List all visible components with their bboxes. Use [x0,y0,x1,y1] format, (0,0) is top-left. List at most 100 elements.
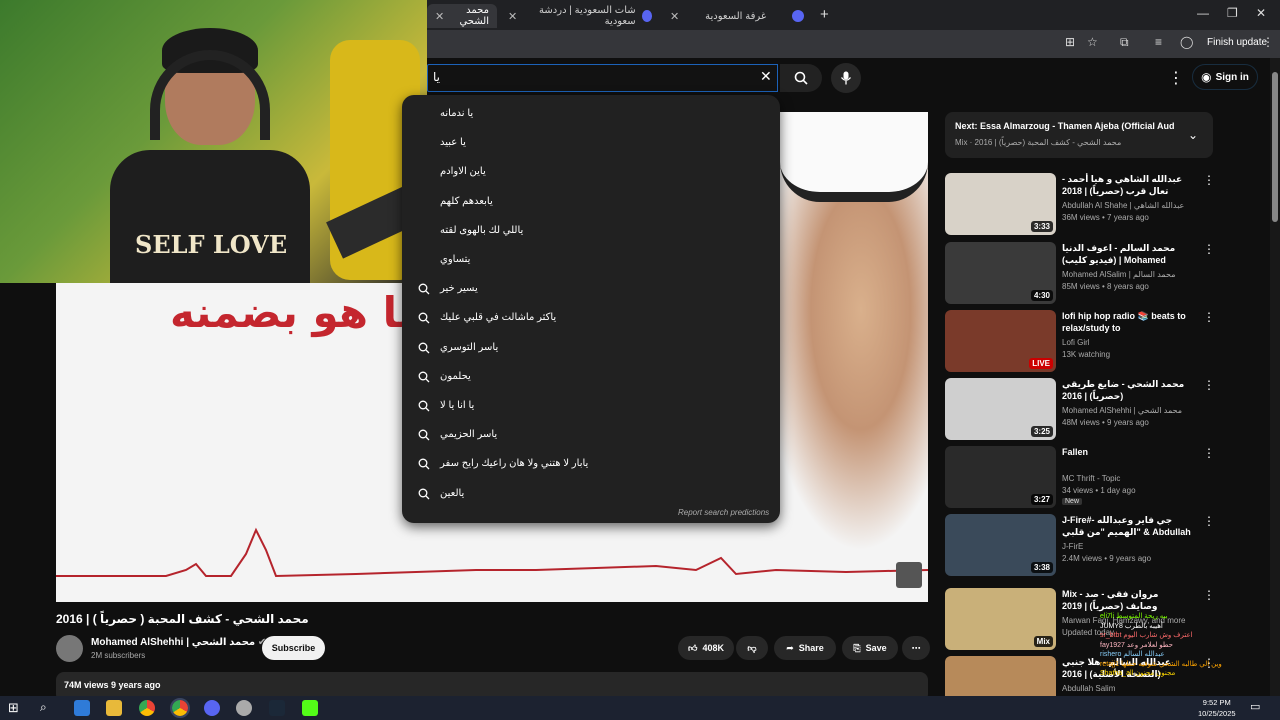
history-blank-icon [418,224,430,236]
kick-icon[interactable] [302,700,318,716]
chrome-active-icon[interactable] [170,698,190,718]
video-meta: 13K watching [1062,350,1111,359]
save-button[interactable]: ⎘ Save [842,636,898,660]
video-thumbnail[interactable]: 3:27 [945,446,1056,508]
clear-search-icon[interactable]: ✕ [760,68,772,85]
new-tab-icon[interactable]: + [820,6,829,23]
channel-name[interactable]: Mohamed AlShehhi | محمد الشحي ✔ [91,637,266,648]
video-title: محمد الشحي - ضايع طريقي (حصرياً) | 2016 [1062,379,1185,401]
bookmark-star-icon[interactable]: ☆ [1087,35,1098,49]
tab-saudi-room[interactable]: غرفة السعودية ✕ [662,4,812,28]
minimize-icon[interactable]: — [1197,6,1209,20]
tab-close-icon[interactable]: ✕ [435,10,444,23]
suggestion-item[interactable]: يابار لا هتني ولا هان راعيك رايح سفر [402,449,780,478]
video-thumbnail[interactable]: 3:38 [945,514,1056,576]
search-input[interactable] [427,64,778,92]
suggestion-text: يسير خير [440,283,478,295]
media-controls-icon[interactable]: ≡ [1155,35,1162,49]
browser-menu-icon[interactable]: ⋮ [1262,35,1274,49]
webcam-overlay: SELF LOVE [0,0,427,283]
suggestion-item[interactable]: ياسر التوسري [402,333,780,362]
more-vert-icon[interactable]: ⋮ [1203,378,1215,392]
video-thumbnail[interactable]: 3:25 [945,378,1056,440]
video-thumbnail[interactable]: 3:33 [945,173,1056,235]
more-vert-icon[interactable]: ⋮ [1203,514,1215,528]
tab-saudi-chat[interactable]: شات السعودية | دردشة سعودية ✕ [500,4,660,28]
suggestion-item[interactable]: ياين الاوادم [402,157,780,186]
autoplay-next-card[interactable] [945,112,1213,158]
clock-date: 10/25/2025 [1198,709,1236,718]
channel-name: Mohamed AlSalim | محمد السالم [1062,270,1176,279]
scrollbar-thumb[interactable] [1272,72,1278,222]
video-thumbnail[interactable]: Mix [945,588,1056,650]
restore-icon[interactable]: ❐ [1227,6,1238,20]
tab-close-icon[interactable]: ✕ [670,10,679,23]
steam-icon[interactable] [269,700,285,716]
copilot-icon[interactable] [74,700,90,716]
more-vert-icon[interactable]: ⋮ [1203,310,1215,324]
suggestion-item[interactable]: يالعين [402,479,780,508]
suggestion-item[interactable]: ياسر الحزيمي [402,420,780,449]
more-vert-icon[interactable]: ⋮ [1203,242,1215,256]
recommended-video[interactable]: 3:38 J-Fire#- جي فاير وعبدالله الهميم "من… [945,514,1270,576]
subscriber-count: 2M subscribers [91,651,146,660]
recommended-video[interactable]: 4:30 محمد السالم - اعوف الدنيا (فيديو كلي… [945,242,1270,304]
window-close-icon[interactable]: ✕ [1256,6,1266,20]
suggestion-item[interactable]: ياللي لك بالهوى لقته [402,216,780,245]
recommended-video[interactable]: 3:33 عبدالله الشاهي و هيا أحمد - تعال قرب… [945,173,1270,235]
notifications-icon[interactable]: ▭ [1250,700,1266,716]
more-vert-icon[interactable]: ⋮ [1203,588,1215,602]
recommended-video[interactable]: 3:25 محمد الشحي - ضايع طريقي (حصرياً) | 2… [945,378,1270,440]
more-actions-button[interactable]: ⋯ [902,636,930,660]
obs-icon[interactable] [236,700,252,716]
chrome-icon[interactable] [139,700,155,716]
suggestion-text: يابار لا هتني ولا هان راعيك رايح سفر [440,458,589,470]
channel-avatar[interactable] [56,635,83,662]
search-taskbar-icon[interactable]: ⌕ [40,700,56,716]
tab-close-icon[interactable]: ✕ [508,10,517,23]
video-thumbnail[interactable]: 4:30 [945,242,1056,304]
file-explorer-icon[interactable] [106,700,122,716]
clock-time: 9:52 PM [1202,698,1231,707]
save-label: Save [865,643,887,653]
suggestion-text: ياللي لك بالهوى لقته [440,224,524,236]
suggestion-item[interactable]: يا انا يا لا [402,391,780,420]
suggestion-item[interactable]: يا ندمانه [402,99,780,128]
sign-in-button[interactable]: ◉ Sign in [1192,64,1258,90]
system-clock[interactable]: 9:52 PM 10/25/2025 [1198,697,1236,719]
install-app-icon[interactable]: ⊞ [1065,35,1075,49]
extensions-icon[interactable]: ⧉ [1120,35,1129,50]
subscribe-button[interactable]: Subscribe [262,636,325,660]
recommended-video[interactable]: 3:27 Fallen MC Thrift - Topic 34 views • 1 … [945,446,1270,508]
recommended-video[interactable]: LIVE lofi hip hop radio 📚 beats to relax/… [945,310,1270,372]
suggestion-item[interactable]: يتساوي [402,245,780,274]
finish-update-button[interactable]: Finish update [1203,35,1272,50]
chat-message: retajj1 وين الي طالبه الشحي شوفيه حطها [1100,660,1222,668]
stream-chat-overlay: eli7li بيه ريحة المتوسط JUMY8 أهيبه بالطر… [1100,612,1250,702]
suggestion-item[interactable]: يسير خير [402,274,780,303]
settings-menu-icon[interactable]: ⋮ [1168,68,1184,88]
duration-badge: 3:38 [1030,562,1053,573]
profile-icon[interactable]: ◯ [1180,35,1193,49]
history-blank-icon [418,165,430,177]
suggestion-item[interactable]: يا عبيد [402,128,780,157]
suggestion-text: ياين الاوادم [440,166,486,178]
tab-active[interactable]: محمد الشحي ✕ [427,4,497,28]
windows-start-icon[interactable]: ⊞ [8,700,24,716]
chevron-down-icon[interactable]: ⌄ [1188,128,1198,142]
like-button[interactable]: 👍︎ 408K [678,636,734,660]
duration-badge: Mix [1033,636,1053,647]
discord-taskbar-icon[interactable] [204,700,220,716]
suggestion-item[interactable]: ياكثر ماشالت في قلبي عليك [402,303,780,332]
suggestion-item[interactable]: يحلمون [402,362,780,391]
more-vert-icon[interactable]: ⋮ [1203,446,1215,460]
video-thumbnail[interactable]: LIVE [945,310,1056,372]
report-predictions-link[interactable]: Report search predictions [678,508,769,517]
suggestion-item[interactable]: يابعدهم كلهم [402,187,780,216]
search-button[interactable] [780,64,822,92]
share-button[interactable]: ➦ Share [774,636,836,660]
voice-search-button[interactable] [831,63,861,93]
more-vert-icon[interactable]: ⋮ [1203,173,1215,187]
dislike-button[interactable]: 👎︎ [736,636,768,660]
shirt-print: SELF LOVE [135,230,288,259]
